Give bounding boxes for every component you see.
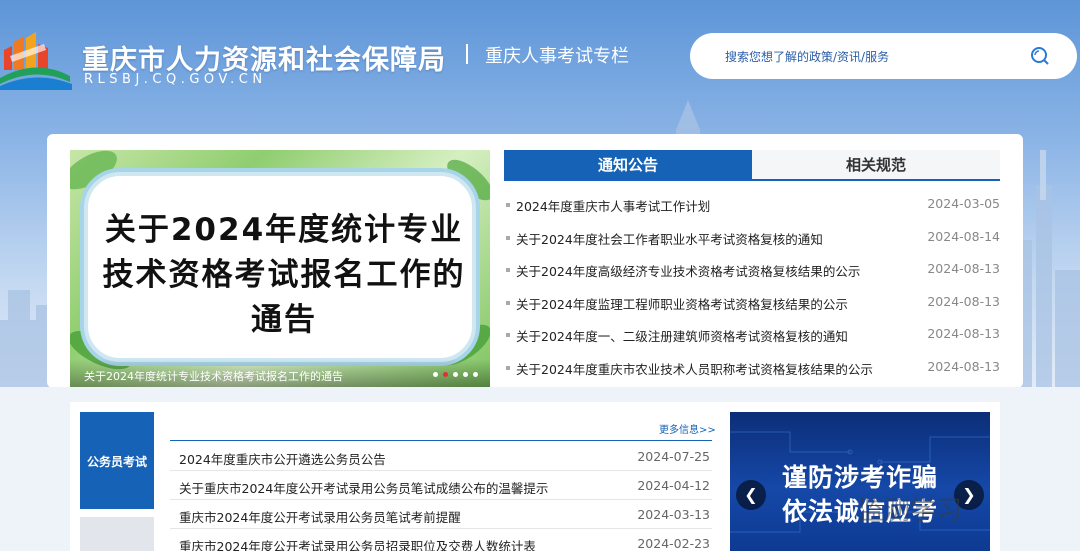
exam-title[interactable]: 重庆市2024年度公开考试录用公务员笔试考前提醒 [179, 507, 461, 526]
watermark: 监测学习 [858, 496, 963, 526]
list-item[interactable]: 2024年度重庆市人事考试工作计划 2024-03-05 [504, 188, 1000, 221]
notice-date: 2024-03-05 [927, 196, 1000, 211]
list-item[interactable]: 关于2024年度社会工作者职业水平考试资格复核的通知 2024-08-14 [504, 221, 1000, 254]
search-box[interactable]: 搜索您想了解的政策/资讯/服务 [690, 33, 1077, 79]
carousel-dot[interactable] [453, 372, 458, 377]
carousel-dot[interactable] [473, 372, 478, 377]
notice-list: 2024年度重庆市人事考试工作计划 2024-03-05 关于2024年度社会工… [504, 188, 1000, 383]
prev-arrow-icon[interactable]: ❮ [736, 480, 766, 510]
site-domain: RLSBJ.CQ.GOV.CN [84, 72, 267, 87]
tab-civil-service-label: 公务员考试 [86, 455, 147, 469]
exam-date: 2024-02-23 [637, 536, 710, 551]
list-item[interactable]: 关于2024年度高级经济专业技术资格考试资格复核结果的公示 2024-08-13 [504, 253, 1000, 286]
more-link[interactable]: 更多信息>> [659, 421, 716, 436]
list-item[interactable]: 关于2024年度一、二级注册建筑师资格考试资格复核的通知 2024-08-13 [504, 318, 1000, 351]
search-input[interactable]: 搜索您想了解的政策/资讯/服务 [725, 48, 889, 65]
notice-date: 2024-08-13 [927, 358, 1000, 374]
list-item[interactable]: 关于2024年度重庆市农业技术人员职称考试资格复核结果的公示 2024-08-1… [504, 351, 1000, 384]
civil-service-list: 2024年度重庆市公开遴选公务员公告 2024-07-25 关于重庆市2024年… [170, 442, 712, 551]
bullet-icon [506, 268, 510, 272]
notice-title[interactable]: 关于2024年度一、二级注册建筑师资格考试资格复核的通知 [516, 326, 848, 345]
tab-notices[interactable]: 通知公告 [504, 150, 752, 180]
exam-date: 2024-07-25 [637, 449, 710, 464]
exam-title[interactable]: 重庆市2024年度公开考试录用公务员招录职位及交费人数统计表 [179, 536, 536, 551]
notice-title[interactable]: 关于2024年度高级经济专业技术资格考试资格复核结果的公示 [516, 261, 860, 280]
notice-title[interactable]: 2024年度重庆市人事考试工作计划 [516, 196, 710, 215]
list-item[interactable]: 关于重庆市2024年度公开考试录用公务员笔试成绩公布的温馨提示 2024-04-… [170, 471, 712, 500]
list-item[interactable]: 2024年度重庆市公开遴选公务员公告 2024-07-25 [170, 442, 712, 471]
exam-date: 2024-04-12 [637, 478, 710, 493]
notice-date: 2024-08-14 [927, 228, 1000, 244]
bullet-icon [506, 333, 510, 337]
site-logo[interactable] [0, 28, 72, 90]
banner-title[interactable]: 关于2024年度统计专业技术资格考试报名工作的通告 [98, 208, 470, 343]
notice-date: 2024-08-13 [927, 326, 1000, 341]
carousel-dot[interactable] [433, 372, 438, 377]
notice-title[interactable]: 关于2024年度社会工作者职业水平考试资格复核的通知 [516, 229, 823, 248]
bullet-icon [506, 300, 510, 305]
section-subtitle[interactable]: 重庆人事考试专栏 [485, 42, 629, 68]
bullet-icon [506, 235, 510, 240]
tab-regulations[interactable]: 相关规范 [752, 150, 1000, 180]
tab-secondary[interactable] [80, 517, 154, 551]
notice-tabs: 通知公告 相关规范 [504, 150, 1000, 181]
carousel-dots [433, 372, 478, 377]
notice-title[interactable]: 关于2024年度重庆市农业技术人员职称考试资格复核结果的公示 [516, 359, 873, 378]
banner-caption-bar: 关于2024年度统计专业技术资格考试报名工作的通告 [70, 359, 490, 387]
bullet-icon [506, 203, 510, 207]
list-item[interactable]: 重庆市2024年度公开考试录用公务员招录职位及交费人数统计表 2024-02-2… [170, 529, 712, 551]
banner-frame: 关于2024年度统计专业技术资格考试报名工作的通告 [84, 172, 476, 362]
section-divider [170, 440, 712, 441]
carousel-dot[interactable] [463, 372, 468, 377]
tab-underline [504, 179, 1000, 181]
banner-carousel[interactable]: 关于2024年度统计专业技术资格考试报名工作的通告 关于2024年度统计专业技术… [70, 150, 490, 387]
exam-title[interactable]: 2024年度重庆市公开遴选公务员公告 [179, 449, 386, 468]
carousel-dot-active[interactable] [443, 372, 448, 377]
promo-line-1: 谨防涉考诈骗 [781, 463, 938, 492]
search-icon[interactable] [1030, 46, 1050, 66]
exam-title[interactable]: 关于重庆市2024年度公开考试录用公务员笔试成绩公布的温馨提示 [179, 478, 548, 497]
notice-title[interactable]: 关于2024年度监理工程师职业资格考试资格复核结果的公示 [516, 294, 848, 313]
notice-date: 2024-08-13 [927, 261, 1000, 276]
header-divider [466, 44, 468, 64]
bullet-icon [506, 365, 510, 370]
exam-date: 2024-03-13 [637, 507, 710, 522]
list-item[interactable]: 重庆市2024年度公开考试录用公务员笔试考前提醒 2024-03-13 [170, 500, 712, 529]
anti-fraud-banner[interactable]: 谨防涉考诈骗 依法诚信应考 ❮ ❯ [730, 412, 990, 551]
list-item[interactable]: 关于2024年度监理工程师职业资格考试资格复核结果的公示 2024-08-13 [504, 286, 1000, 319]
banner-caption[interactable]: 关于2024年度统计专业技术资格考试报名工作的通告 [84, 368, 343, 384]
tab-civil-service-exam[interactable]: 公务员考试 [80, 412, 154, 509]
notice-date: 2024-08-13 [927, 293, 1000, 309]
